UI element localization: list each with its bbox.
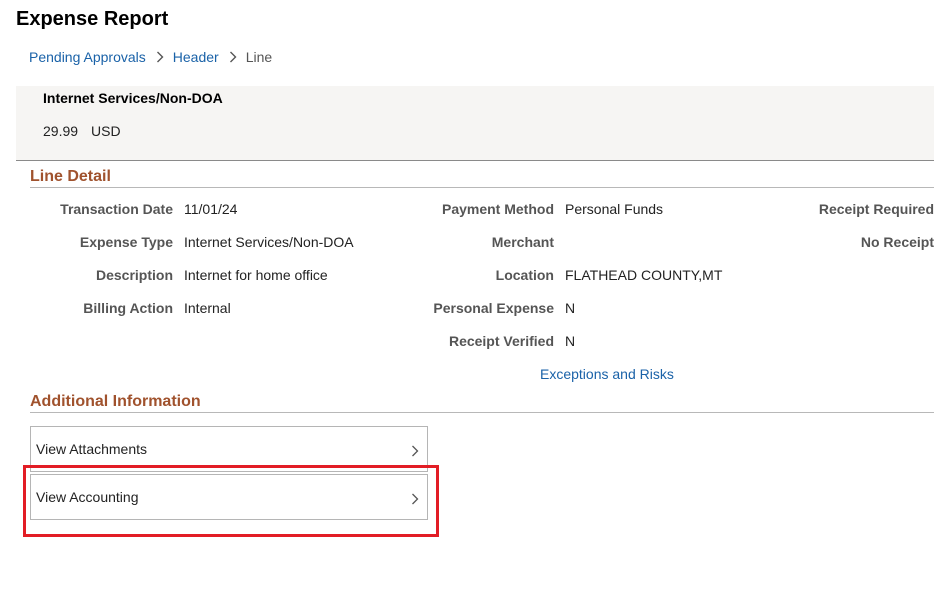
amount-value: 29.99 bbox=[43, 123, 79, 139]
receipt-required-label: Receipt Required bbox=[818, 201, 934, 217]
payment-method-label: Payment Method bbox=[441, 201, 554, 217]
line-detail-title: Line Detail bbox=[30, 168, 111, 185]
breadcrumb-header[interactable]: Header bbox=[173, 49, 219, 65]
breadcrumb: Pending Approvals Header Line bbox=[29, 49, 272, 65]
view-attachments-row[interactable]: View Attachments bbox=[30, 426, 428, 472]
payment-method-value: Personal Funds bbox=[565, 201, 664, 217]
line-detail-heading: Line Detail bbox=[30, 167, 934, 188]
receipt-verified-value: N bbox=[565, 333, 576, 349]
transaction-date-label: Transaction Date bbox=[60, 201, 173, 217]
chevron-right-icon bbox=[229, 51, 237, 63]
personal-expense-value: N bbox=[565, 300, 576, 316]
merchant-label: Merchant bbox=[491, 234, 554, 250]
chevron-right-icon bbox=[411, 492, 419, 505]
description-value: Internet for home office bbox=[184, 267, 328, 283]
chevron-right-icon bbox=[411, 444, 419, 457]
view-attachments-label: View Attachments bbox=[36, 441, 148, 457]
view-accounting-row[interactable]: View Accounting bbox=[30, 474, 428, 520]
no-receipt-label: No Receipt bbox=[860, 234, 934, 250]
expense-line-page: Expense Report Pending Approvals Header … bbox=[0, 0, 934, 593]
description-label: Description bbox=[95, 267, 173, 283]
page-title: Expense Report bbox=[16, 8, 169, 30]
breadcrumb-line: Line bbox=[245, 49, 273, 65]
expense-type-label: Expense Type bbox=[79, 234, 173, 250]
additional-information-heading: Additional Information bbox=[30, 392, 934, 413]
view-accounting-label: View Accounting bbox=[36, 489, 139, 505]
summary-expense-type: Internet Services/Non-DOA bbox=[43, 90, 223, 106]
breadcrumb-pending-approvals[interactable]: Pending Approvals bbox=[29, 49, 146, 65]
personal-expense-label: Personal Expense bbox=[433, 300, 554, 316]
summary-amount: 29.99 USD bbox=[43, 123, 121, 139]
exceptions-and-risks-link[interactable]: Exceptions and Risks bbox=[540, 366, 674, 382]
expense-summary: Internet Services/Non-DOA 29.99 USD bbox=[16, 86, 934, 161]
location-label: Location bbox=[495, 267, 554, 283]
transaction-date-value: 11/01/24 bbox=[184, 201, 238, 217]
billing-action-value: Internal bbox=[184, 300, 231, 316]
expense-type-value: Internet Services/Non-DOA bbox=[184, 234, 354, 250]
chevron-right-icon bbox=[156, 51, 164, 63]
location-value: FLATHEAD COUNTY,MT bbox=[565, 267, 723, 283]
billing-action-label: Billing Action bbox=[83, 300, 173, 316]
receipt-verified-label: Receipt Verified bbox=[448, 333, 554, 349]
additional-information-title: Additional Information bbox=[30, 393, 201, 410]
currency-code: USD bbox=[91, 123, 121, 139]
